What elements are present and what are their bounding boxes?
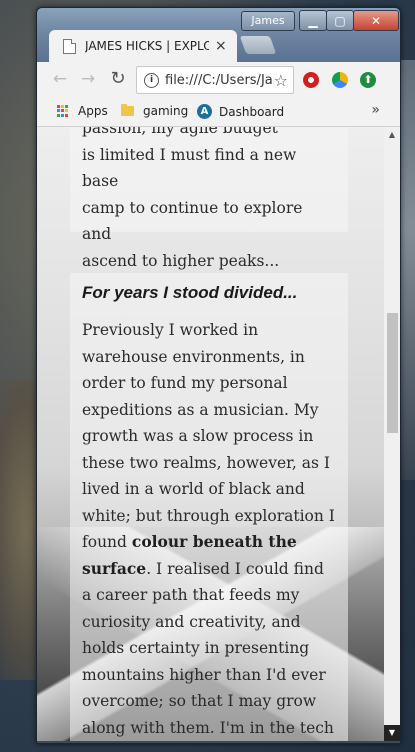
- scroll-up-arrow[interactable]: ▲: [384, 127, 400, 143]
- scroll-down-arrow[interactable]: ▼: [384, 725, 400, 741]
- section-heading: For years I stood divided...: [82, 283, 298, 302]
- title-bar: James ▁ ▢ ✕ JAMES HICKS | EXPLORER ×: [37, 8, 400, 62]
- back-button[interactable]: ←: [49, 68, 71, 90]
- card1-text: passion, my agile budget is limited I mu…: [70, 127, 348, 274]
- bookmarks-bar: Apps gaming A Dashboard »: [37, 98, 400, 127]
- maximize-button[interactable]: ▢: [326, 10, 354, 31]
- forward-button[interactable]: →: [77, 68, 99, 90]
- upload-extension-icon[interactable]: ⬆: [360, 72, 376, 88]
- folder-icon: [121, 104, 134, 116]
- card1-line: camp to continue to explore and: [82, 198, 303, 244]
- bookmark-apps[interactable]: Apps: [57, 104, 108, 118]
- reload-button[interactable]: ↻: [107, 68, 129, 90]
- apps-grid-dot: [65, 109, 68, 113]
- page-icon: [63, 38, 76, 54]
- bookmark-dashboard-label: Dashboard: [219, 104, 285, 119]
- address-bar[interactable]: i file:///C:/Users/James/ ☆: [136, 66, 294, 94]
- bookmark-star-icon[interactable]: ☆: [274, 71, 288, 90]
- paragraph-text: Previously I worked in warehouse environ…: [82, 321, 335, 551]
- tab-close-icon[interactable]: ×: [215, 38, 227, 54]
- info-icon[interactable]: i: [144, 72, 159, 88]
- page-viewport: passion, my agile budget is limited I mu…: [37, 127, 384, 741]
- apps-grid-dot: [57, 109, 60, 113]
- browser-tab[interactable]: JAMES HICKS | EXPLORER ×: [49, 30, 237, 62]
- apps-grid-dot: [57, 113, 60, 117]
- bookmark-gaming[interactable]: gaming: [121, 104, 188, 118]
- close-window-button[interactable]: ✕: [353, 10, 399, 31]
- text-card: passion, my agile budget is limited I mu…: [70, 127, 348, 270]
- apps-grid-icon: [57, 105, 69, 117]
- minimize-button[interactable]: ▁: [299, 10, 327, 31]
- profile-button[interactable]: James: [241, 11, 295, 31]
- bookmark-apps-label: Apps: [78, 104, 108, 118]
- card1-line: passion, my agile budget: [82, 127, 278, 137]
- adblock-extension-icon[interactable]: [303, 72, 319, 88]
- bookmark-gaming-label: gaming: [143, 104, 189, 118]
- card1-line: is limited I must find a new base: [82, 145, 297, 191]
- dashboard-icon: A: [197, 104, 212, 119]
- apps-grid-dot: [61, 105, 64, 108]
- apps-grid-dot: [57, 105, 60, 108]
- tab-title: JAMES HICKS | EXPLORER: [85, 39, 209, 53]
- new-tab-button[interactable]: [239, 36, 277, 54]
- apps-grid-dot: [61, 109, 64, 113]
- compass-extension-icon[interactable]: [332, 72, 348, 88]
- apps-grid-dot: [65, 113, 68, 117]
- url-text[interactable]: file:///C:/Users/James/: [165, 73, 274, 88]
- browser-window: James ▁ ▢ ✕ JAMES HICKS | EXPLORER × ← →…: [36, 7, 401, 744]
- card2-paragraph: Previously I worked in warehouse environ…: [70, 317, 348, 741]
- paragraph-text: . I realised I could find a career path …: [82, 559, 334, 737]
- card1-line: ascend to higher peaks...: [82, 251, 280, 270]
- apps-grid-dot: [61, 113, 64, 117]
- scroll-thumb[interactable]: [387, 313, 398, 433]
- text-card: For years I stood divided... Previously …: [70, 273, 348, 741]
- apps-grid-dot: [65, 105, 68, 108]
- bookmark-dashboard[interactable]: A Dashboard: [197, 104, 284, 119]
- vertical-scrollbar[interactable]: ▲ ▼: [384, 127, 400, 741]
- bookmarks-overflow-button[interactable]: »: [371, 102, 380, 118]
- browser-toolbar: ← → ↻ i file:///C:/Users/James/ ☆ ⬆: [37, 62, 400, 98]
